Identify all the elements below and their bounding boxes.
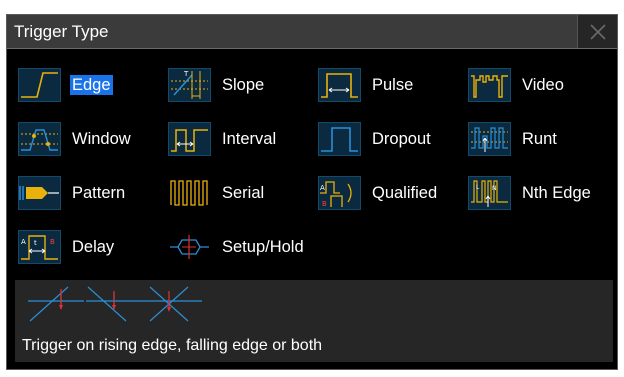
interval-icon — [168, 122, 211, 156]
svg-text:T: T — [183, 70, 189, 78]
delay-icon: At B — [18, 230, 61, 264]
edge-diagram-icon — [28, 286, 202, 322]
close-button[interactable] — [577, 15, 617, 48]
trigger-type-label: Slope — [222, 76, 265, 94]
trigger-type-label: Dropout — [372, 130, 431, 148]
serial-icon — [168, 176, 211, 210]
runt-icon — [468, 122, 511, 156]
dropout-icon — [318, 122, 361, 156]
svg-text:t: t — [34, 239, 37, 247]
svg-text:A: A — [320, 184, 325, 192]
trigger-type-label: Setup/Hold — [222, 238, 304, 256]
close-icon — [590, 24, 606, 40]
trigger-type-label: Interval — [222, 130, 277, 148]
svg-text:A: A — [21, 238, 26, 246]
svg-text:N: N — [492, 185, 497, 192]
window-icon — [18, 122, 61, 156]
nth-edge-icon: LN — [468, 176, 511, 210]
trigger-type-label: Pattern — [72, 184, 126, 202]
trigger-description: Trigger on rising edge, falling edge or … — [22, 337, 323, 354]
setup-hold-icon — [168, 230, 211, 264]
trigger-type-dialog: Trigger Type Edge T Slope Pulse Video Wi… — [6, 14, 618, 370]
trigger-type-label: Video — [522, 76, 564, 94]
qualified-icon: AB — [318, 176, 361, 210]
svg-text:B: B — [50, 238, 55, 246]
dialog-titlebar: Trigger Type — [7, 15, 617, 49]
edge-icon — [18, 68, 61, 102]
trigger-type-label: Pulse — [372, 76, 414, 94]
trigger-type-label: Runt — [522, 130, 557, 148]
trigger-type-label: Delay — [72, 238, 115, 256]
trigger-description-panel: Trigger on rising edge, falling edge or … — [15, 280, 613, 362]
pattern-icon — [18, 176, 61, 210]
slope-icon: T — [168, 68, 211, 102]
dialog-title: Trigger Type — [14, 22, 109, 41]
pulse-icon — [318, 68, 361, 102]
trigger-type-label: Window — [72, 130, 131, 148]
trigger-type-label: Serial — [222, 184, 265, 202]
trigger-type-label: Edge — [70, 75, 113, 95]
trigger-type-label: Nth Edge — [522, 184, 591, 202]
svg-text:B: B — [322, 200, 327, 208]
video-icon — [468, 68, 511, 102]
trigger-type-label: Qualified — [372, 184, 438, 202]
